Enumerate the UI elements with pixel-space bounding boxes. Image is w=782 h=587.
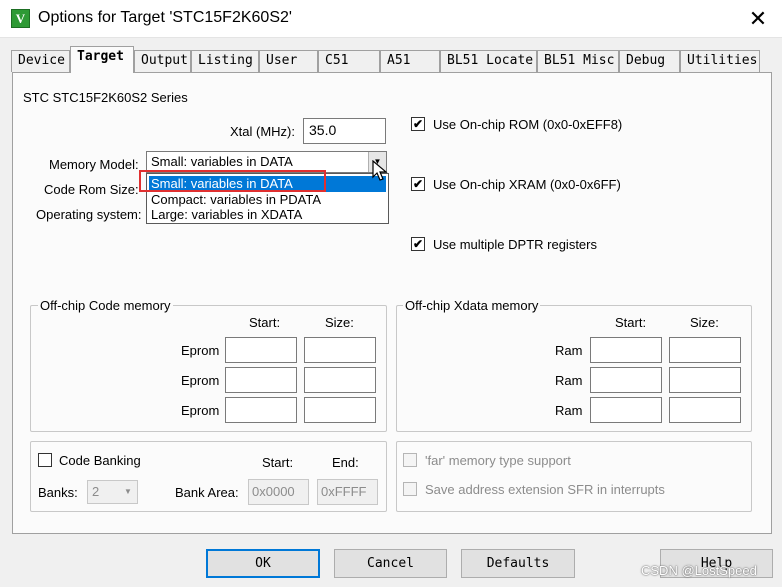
- save-address-label: Save address extension SFR in interrupts: [425, 482, 665, 497]
- chevron-down-icon[interactable]: ▼: [119, 481, 137, 503]
- tab-a51[interactable]: A51: [380, 50, 440, 72]
- banks-select[interactable]: 2 ▼: [87, 480, 138, 504]
- eprom-start-input[interactable]: [225, 367, 297, 393]
- dropdown-option-compact[interactable]: Compact: variables in PDATA: [149, 192, 386, 208]
- code-banking-label: Code Banking: [59, 453, 141, 468]
- bank-area-end-input[interactable]: 0xFFFF: [317, 479, 378, 505]
- offchip-code-title: Off-chip Code memory: [38, 298, 173, 313]
- onchip-xram-checkbox[interactable]: ✔: [411, 177, 425, 191]
- eprom-start-input[interactable]: [225, 397, 297, 423]
- offchip-xdata-size-header: Size:: [690, 315, 719, 330]
- operating-system-label: Operating system:: [36, 207, 142, 222]
- mouse-cursor-icon: [372, 160, 388, 181]
- tab-target[interactable]: Target: [70, 46, 134, 73]
- banks-label: Banks:: [38, 485, 78, 500]
- bank-start-header: Start:: [262, 455, 294, 470]
- window-title: Options for Target 'STC15F2K60S2': [38, 9, 292, 26]
- xtal-label: Xtal (MHz):: [230, 124, 295, 139]
- eprom-label: Eprom: [181, 373, 220, 388]
- tab-bl51-locate[interactable]: BL51 Locate: [440, 50, 537, 72]
- multi-dptr-checkbox[interactable]: ✔: [411, 237, 425, 251]
- tab-c51[interactable]: C51: [318, 50, 380, 72]
- eprom-label: Eprom: [181, 403, 220, 418]
- bank-end-header: End:: [332, 455, 359, 470]
- eprom-size-input[interactable]: [304, 337, 376, 363]
- tab-device[interactable]: Device: [11, 50, 70, 72]
- ram-start-input[interactable]: [590, 367, 662, 393]
- save-address-checkbox[interactable]: [403, 482, 417, 496]
- bank-area-start-input[interactable]: 0x0000: [248, 479, 309, 505]
- far-memory-label: 'far' memory type support: [425, 453, 571, 468]
- defaults-button[interactable]: Defaults: [461, 549, 575, 578]
- code-rom-size-label: Code Rom Size:: [44, 182, 139, 197]
- tab-output[interactable]: Output: [134, 50, 191, 72]
- cancel-button[interactable]: Cancel: [334, 549, 447, 578]
- code-banking-checkbox[interactable]: [38, 453, 52, 467]
- eprom-start-input[interactable]: [225, 337, 297, 363]
- multi-dptr-label: Use multiple DPTR registers: [433, 237, 597, 252]
- tab-bl51-misc[interactable]: BL51 Misc: [537, 50, 619, 72]
- offchip-xdata-title: Off-chip Xdata memory: [403, 298, 541, 313]
- ram-label: Ram: [555, 403, 583, 418]
- app-icon: V: [11, 9, 30, 28]
- far-memory-group: [396, 441, 752, 512]
- onchip-xram-label: Use On-chip XRAM (0x0-0x6FF): [433, 177, 621, 192]
- xtal-input[interactable]: 35.0: [303, 118, 386, 144]
- offchip-code-start-header: Start:: [249, 315, 281, 330]
- close-icon[interactable]: ✕: [745, 6, 771, 32]
- tab-utilities[interactable]: Utilities: [680, 50, 760, 72]
- ram-size-input[interactable]: [669, 397, 741, 423]
- device-series-label: STC STC15F2K60S2 Series: [23, 90, 188, 105]
- tab-user[interactable]: User: [259, 50, 318, 72]
- memory-model-label: Memory Model:: [49, 157, 139, 172]
- onchip-rom-label: Use On-chip ROM (0x0-0xEFF8): [433, 117, 623, 132]
- dropdown-option-large[interactable]: Large: variables in XDATA: [149, 207, 386, 223]
- memory-model-value: Small: variables in DATA: [151, 154, 293, 169]
- offchip-xdata-start-header: Start:: [615, 315, 647, 330]
- ram-start-input[interactable]: [590, 397, 662, 423]
- tab-debug[interactable]: Debug: [619, 50, 680, 72]
- eprom-size-input[interactable]: [304, 367, 376, 393]
- far-memory-checkbox[interactable]: [403, 453, 417, 467]
- banks-value: 2: [92, 484, 100, 499]
- onchip-rom-checkbox[interactable]: ✔: [411, 117, 425, 131]
- tab-listing[interactable]: Listing: [191, 50, 259, 72]
- ram-size-input[interactable]: [669, 367, 741, 393]
- eprom-size-input[interactable]: [304, 397, 376, 423]
- ok-button[interactable]: OK: [206, 549, 320, 578]
- watermark: CSDN @LostSpeed: [641, 563, 757, 578]
- ram-label: Ram: [555, 343, 583, 358]
- ram-start-input[interactable]: [590, 337, 662, 363]
- bank-area-label: Bank Area:: [175, 485, 239, 500]
- ram-size-input[interactable]: [669, 337, 741, 363]
- ram-label: Ram: [555, 373, 583, 388]
- eprom-label: Eprom: [181, 343, 220, 358]
- offchip-code-size-header: Size:: [325, 315, 354, 330]
- highlight-annotation-box: [139, 170, 326, 192]
